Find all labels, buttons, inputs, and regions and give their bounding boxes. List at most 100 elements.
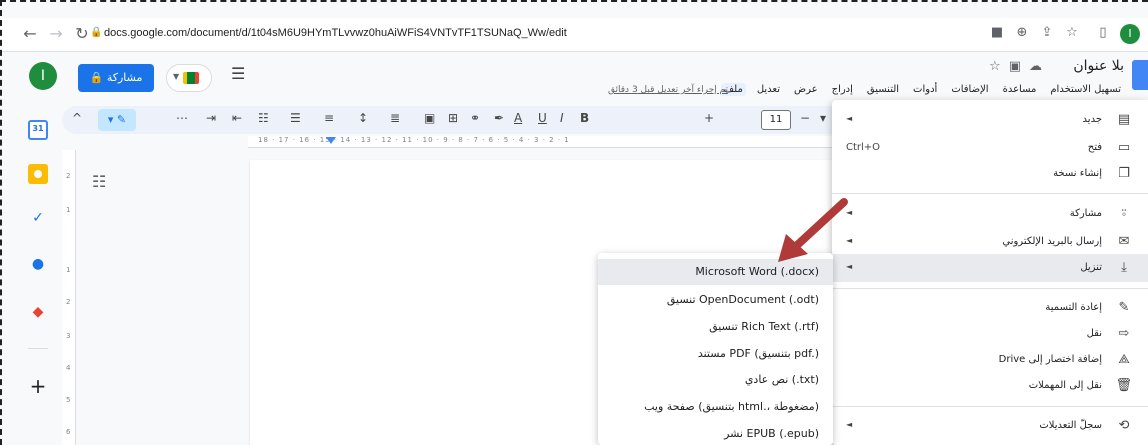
download-rtf[interactable]: تنسيق Rich Text (.rtf) [598, 314, 833, 340]
collapse-menus-icon[interactable]: ^ [72, 111, 82, 125]
download-option-label: تنسيق Rich Text (.rtf) [709, 320, 819, 333]
menu-item-label: فتح [1087, 142, 1102, 153]
checklist-icon[interactable]: ≡ [324, 111, 334, 125]
download-html[interactable]: صفحة ويب (بتنسيق html.، مضغوطة) [598, 394, 833, 420]
camera-icon[interactable]: ■ [988, 25, 1006, 40]
reload-icon[interactable]: ↻ [72, 24, 92, 43]
history-icon: ⟲ [1118, 418, 1130, 433]
menu-format[interactable]: التنسيق [864, 83, 902, 96]
download-pdf[interactable]: مستند PDF (بتنسيق pdf.) [598, 341, 833, 367]
menu-tools[interactable]: أدوات [910, 83, 940, 96]
dashed-frame-left [0, 0, 2, 445]
document-outline-icon[interactable]: ☷ [92, 172, 106, 191]
menu-item-label: إضافة اختصار إلى Drive [998, 354, 1102, 365]
drive-shortcut-icon: ⟁ [1118, 352, 1130, 367]
vertical-ruler[interactable]: 2 1 1 2 3 4 5 6 [62, 150, 76, 445]
indent-marker[interactable] [326, 137, 336, 144]
copy-icon: ❐ [1118, 166, 1130, 181]
cloud-status-icon[interactable]: ☁ [1029, 59, 1050, 74]
share-page-icon[interactable]: ⇪ [1038, 25, 1056, 40]
download-submenu: Microsoft Word (.docx) تنسيق OpenDocumen… [598, 253, 833, 445]
editing-mode-button[interactable]: ▾ ✎ [98, 109, 136, 131]
comment-history-icon[interactable]: ☰ [231, 64, 245, 83]
last-edit-link[interactable]: تم إجراء آخر تعديل قبل 3 دقائق [608, 85, 728, 95]
menu-item-trash[interactable]: 🗑 نقل إلى المهملات [832, 372, 1148, 400]
tasks-icon[interactable]: ✓ [28, 208, 48, 228]
menu-item-rename[interactable]: ✎ إعادة التسمية [832, 294, 1148, 322]
zoom-icon[interactable]: ⊕ [1013, 25, 1031, 40]
move-folder-icon[interactable]: ▣ [1009, 59, 1029, 74]
numbered-list-icon[interactable]: ☷ [258, 111, 269, 125]
increase-font-icon[interactable]: + [704, 111, 714, 125]
keep-icon[interactable] [28, 164, 48, 184]
menu-item-add-shortcut[interactable]: ⟁ إضافة اختصار إلى Drive [832, 346, 1148, 374]
calendar-icon[interactable]: 31 [28, 120, 48, 140]
menu-item-open[interactable]: ▭ فتح Ctrl+O [832, 134, 1148, 162]
menu-help[interactable]: مساعدة [1000, 83, 1040, 96]
text-color-icon[interactable]: A [514, 111, 522, 125]
maps-icon[interactable]: ◆ [28, 302, 48, 322]
menu-item-new[interactable]: ▤ جديد ◄ [832, 106, 1148, 134]
share-button[interactable]: 🔒 مشاركة [78, 64, 154, 92]
menu-accessibility[interactable]: تسهيل الاستخدام [1047, 83, 1124, 96]
bookmark-star-icon[interactable]: ☆ [1063, 25, 1081, 40]
download-option-label: نص عادي (.txt) [744, 373, 819, 386]
meet-button[interactable]: ▼ [166, 64, 212, 92]
highlight-icon[interactable]: ✒ [494, 111, 504, 125]
menu-item-move[interactable]: ⇨ نقل [832, 320, 1148, 348]
download-txt[interactable]: نص عادي (.txt) [598, 367, 833, 393]
decrease-font-icon[interactable]: − [800, 111, 810, 125]
menu-item-version-history[interactable]: ⟲ سجلّ التعديلات ◄ [832, 412, 1148, 440]
insert-image-icon[interactable]: ▣ [424, 111, 435, 125]
menu-item-label: نقل [1086, 328, 1102, 339]
download-odt[interactable]: تنسيق OpenDocument (.odt) [598, 287, 833, 313]
submenu-arrow-icon: ◄ [846, 114, 853, 123]
lock-icon[interactable]: 🔒 [90, 27, 102, 38]
contacts-icon[interactable]: ● [28, 254, 48, 274]
star-icon[interactable]: ☆ [989, 59, 1009, 74]
insert-link-icon[interactable]: ⚭ [470, 111, 480, 125]
menu-item-share[interactable]: ⍤ مشاركة ◄ [832, 200, 1148, 228]
document-title[interactable]: بلا عنوان [1073, 58, 1124, 74]
forward-arrow-icon[interactable]: → [46, 24, 66, 43]
font-size-input[interactable]: 11 [761, 110, 791, 130]
download-icon: ⤓ [1121, 260, 1127, 275]
shortcut-label: Ctrl+O [846, 142, 881, 153]
underline-icon[interactable]: U [538, 111, 547, 125]
align-icon[interactable]: ≣ [390, 111, 400, 125]
more-options-icon[interactable]: ⋯ [176, 111, 188, 125]
menu-extensions[interactable]: الإضافات [948, 83, 991, 96]
side-panel-icon[interactable]: ▯ [1094, 25, 1112, 40]
menu-item-email[interactable]: ✉ إرسال بالبريد الإلكتروني ◄ [832, 228, 1148, 256]
line-spacing-icon[interactable]: ↕ [358, 111, 368, 125]
download-epub[interactable]: نشر EPUB (.epub) [598, 421, 833, 445]
vruler-tick: 6 [66, 428, 71, 436]
menu-item-label: تنزيل [1080, 262, 1102, 273]
menu-view[interactable]: عرض [791, 83, 821, 96]
menu-insert[interactable]: إدراج [829, 83, 856, 96]
menu-separator [832, 406, 1148, 407]
font-size-dropdown-icon[interactable]: ▾ [820, 111, 826, 125]
outdent-icon[interactable]: ⇤ [232, 111, 242, 125]
account-avatar[interactable]: I [29, 62, 57, 90]
browser-address-bar: ← → ↻ 🔒 docs.google.com/document/d/1t04s… [0, 18, 1148, 52]
download-option-label: صفحة ويب (بتنسيق html.، مضغوطة) [644, 400, 819, 413]
add-addon-icon[interactable]: + [28, 376, 48, 396]
menu-edit[interactable]: تعديل [754, 83, 783, 96]
share-button-label: مشاركة [106, 71, 143, 84]
indent-icon[interactable]: ⇥ [206, 111, 216, 125]
menu-item-make-copy[interactable]: ❐ إنشاء نسخة [832, 160, 1148, 188]
italic-icon[interactable]: I [560, 111, 564, 125]
menu-item-download[interactable]: ⤓ تنزيل ◄ [832, 254, 1148, 282]
add-comment-icon[interactable]: ⊞ [448, 111, 458, 125]
vruler-tick: 5 [66, 396, 71, 404]
download-option-label: تنسيق OpenDocument (.odt) [666, 293, 819, 306]
docs-logo-icon[interactable] [1132, 60, 1148, 90]
side-panel: 31 ✓ ● ◆ + [16, 104, 60, 445]
url-text[interactable]: docs.google.com/document/d/1t04sM6U9HYmT… [104, 27, 567, 39]
bulleted-list-icon[interactable]: ☰ [290, 111, 301, 125]
browser-profile-avatar[interactable]: I [1120, 24, 1140, 44]
bold-icon[interactable]: B [580, 111, 589, 125]
back-arrow-icon[interactable]: ← [20, 24, 40, 43]
side-panel-divider [28, 348, 48, 349]
